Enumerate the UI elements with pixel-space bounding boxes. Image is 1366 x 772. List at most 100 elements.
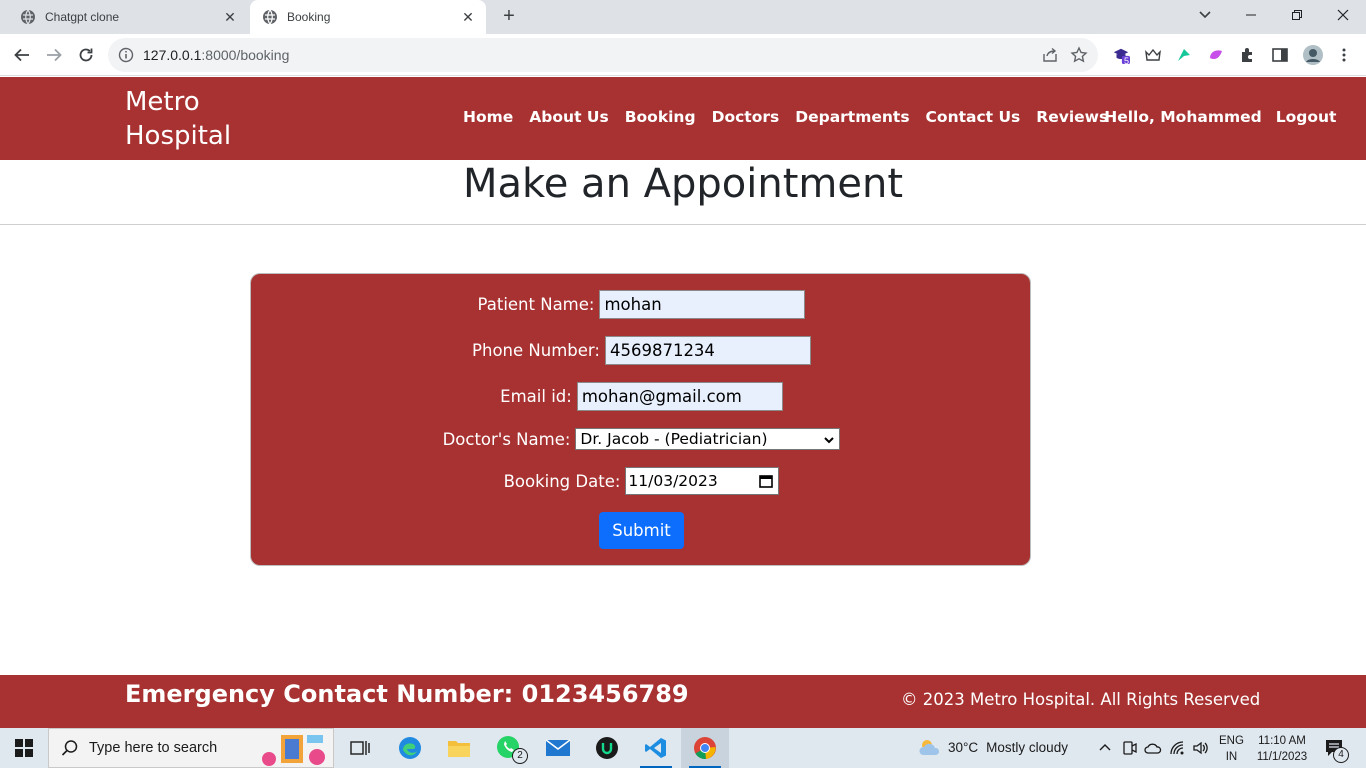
doctor-row: Doctor's Name: Dr. Jacob - (Pediatrician… (251, 428, 1032, 450)
email-input[interactable] (576, 382, 783, 411)
upwork-icon[interactable] (583, 728, 631, 768)
appointment-form: Patient Name: Phone Number: Email id: Do… (250, 273, 1031, 566)
nav-user-greeting[interactable]: Hello, Mohammed (1104, 108, 1262, 126)
minimize-button[interactable] (1228, 0, 1274, 30)
extension-hat-icon[interactable]: 5 (1112, 46, 1130, 66)
booking-date-row: Booking Date: 11/03/2023 (251, 467, 1032, 495)
nav-home[interactable]: Home (463, 108, 513, 126)
speaker-icon[interactable] (1192, 739, 1210, 757)
booking-date-value: 11/03/2023 (628, 472, 718, 490)
taskbar-search[interactable]: Type here to search (48, 728, 334, 768)
whatsapp-badge: 2 (512, 748, 528, 764)
nav-about-us[interactable]: About Us (529, 108, 608, 126)
cloud-sun-icon (918, 738, 942, 756)
region-code: IN (1225, 751, 1238, 763)
nav-doctors[interactable]: Doctors (712, 108, 780, 126)
url-text: 127.0.0.1:8000/booking (143, 47, 290, 63)
site-brand[interactable]: Metro Hospital (125, 85, 265, 153)
notification-count: 4 (1333, 747, 1349, 763)
weather-description: Mostly cloudy (986, 739, 1068, 755)
phone-label: Phone Number: (472, 341, 600, 360)
submit-button[interactable]: Submit (599, 512, 684, 549)
bookmark-star-icon[interactable] (1070, 46, 1088, 64)
nav-reviews[interactable]: Reviews (1036, 108, 1108, 126)
brand-line-1: Metro (125, 87, 200, 117)
doctor-select[interactable]: Dr. Jacob - (Pediatrician) (575, 428, 841, 450)
nav-booking[interactable]: Booking (625, 108, 696, 126)
brand-line-2: Hospital (125, 121, 232, 151)
extension-crown-icon[interactable] (1144, 46, 1162, 64)
tab-booking[interactable]: Booking ✕ (250, 0, 486, 34)
profile-avatar[interactable] (1302, 44, 1324, 66)
new-tab-button[interactable]: + (498, 6, 520, 28)
system-clock[interactable]: 11:10 AM 11/1/2023 (1254, 733, 1310, 765)
tab-title: Chatgpt clone (45, 10, 120, 24)
search-icon (61, 739, 79, 757)
booking-date-input[interactable]: 11/03/2023 (625, 467, 780, 495)
emergency-contact: Emergency Contact Number: 0123456789 (125, 680, 689, 708)
page-viewport: Metro Hospital Home About Us Booking Doc… (0, 77, 1366, 728)
patient-name-label: Patient Name: (477, 295, 595, 314)
tab-chatgpt-clone[interactable]: Chatgpt clone ✕ (8, 0, 248, 34)
extension-ai-icon[interactable] (1207, 46, 1225, 64)
reload-icon[interactable] (74, 43, 98, 67)
puzzle-extensions-icon[interactable] (1239, 46, 1257, 64)
vscode-icon[interactable] (632, 728, 680, 768)
info-icon[interactable] (118, 47, 134, 63)
browser-toolbar: 127.0.0.1:8000/booking 5 (0, 34, 1366, 76)
close-window-button[interactable] (1320, 0, 1366, 30)
mail-icon[interactable] (534, 728, 582, 768)
extension-bird-icon[interactable] (1175, 46, 1193, 64)
patient-name-row: Patient Name: (251, 290, 1032, 319)
nav-logout[interactable]: Logout (1276, 108, 1337, 126)
edge-icon[interactable] (386, 728, 434, 768)
weather-widget[interactable]: 30°C Mostly cloudy (918, 738, 1068, 756)
calendar-icon[interactable] (759, 474, 774, 488)
doctor-selected-value: Dr. Jacob - (Pediatrician) (580, 430, 768, 448)
file-explorer-icon[interactable] (435, 728, 483, 768)
site-footer: Emergency Contact Number: 0123456789 © 2… (0, 675, 1366, 728)
meet-now-icon[interactable] (1120, 739, 1138, 757)
nav-departments[interactable]: Departments (795, 108, 909, 126)
back-arrow-icon[interactable] (10, 43, 34, 67)
phone-row: Phone Number: (251, 336, 1032, 365)
doctor-label: Doctor's Name: (442, 429, 571, 449)
share-icon[interactable] (1042, 47, 1058, 63)
task-view-icon[interactable] (336, 728, 384, 768)
browser-tab-strip: Chatgpt clone ✕ Booking ✕ + (0, 0, 1366, 34)
chevron-up-icon[interactable] (1096, 739, 1114, 757)
windows-taskbar: Type here to search 2 30°C Mostly cloudy (0, 728, 1366, 768)
clock-date: 11/1/2023 (1256, 751, 1308, 763)
restore-button[interactable] (1274, 0, 1320, 30)
phone-input[interactable] (604, 336, 811, 365)
search-placeholder: Type here to search (89, 740, 218, 756)
globe-icon (262, 9, 278, 25)
side-panel-icon[interactable] (1271, 46, 1289, 64)
nav-contact-us[interactable]: Contact Us (926, 108, 1021, 126)
close-tab-icon[interactable]: ✕ (222, 9, 238, 25)
tab-title: Booking (287, 10, 331, 24)
chevron-down-icon (823, 432, 835, 444)
site-header: Metro Hospital Home About Us Booking Doc… (0, 77, 1366, 160)
booking-date-label: Booking Date: (503, 471, 621, 491)
onedrive-cloud-icon[interactable] (1144, 739, 1162, 757)
windows-start-icon[interactable] (0, 728, 48, 768)
search-highlight-illustration (257, 731, 331, 767)
patient-name-input[interactable] (599, 290, 806, 319)
weather-temperature: 30°C (948, 739, 979, 755)
clock-time: 11:10 AM (1258, 735, 1306, 747)
whatsapp-icon[interactable]: 2 (485, 728, 533, 768)
kebab-menu-icon[interactable] (1335, 46, 1353, 64)
address-bar[interactable]: 127.0.0.1:8000/booking (108, 38, 1098, 72)
main-nav: Home About Us Booking Doctors Department… (463, 108, 1336, 126)
extension-badge: 5 (1124, 56, 1130, 66)
page-title: Make an Appointment (462, 161, 904, 207)
chrome-icon[interactable] (681, 728, 729, 768)
language-code: ENG (1219, 735, 1244, 747)
chevron-down-icon[interactable] (1194, 6, 1216, 24)
forward-arrow-icon[interactable] (42, 43, 66, 67)
wifi-icon[interactable] (1169, 739, 1187, 757)
language-indicator[interactable]: ENG IN (1219, 733, 1244, 765)
copyright-text: © 2023 Metro Hospital. All Rights Reserv… (901, 690, 1261, 709)
close-tab-icon[interactable]: ✕ (460, 9, 476, 25)
